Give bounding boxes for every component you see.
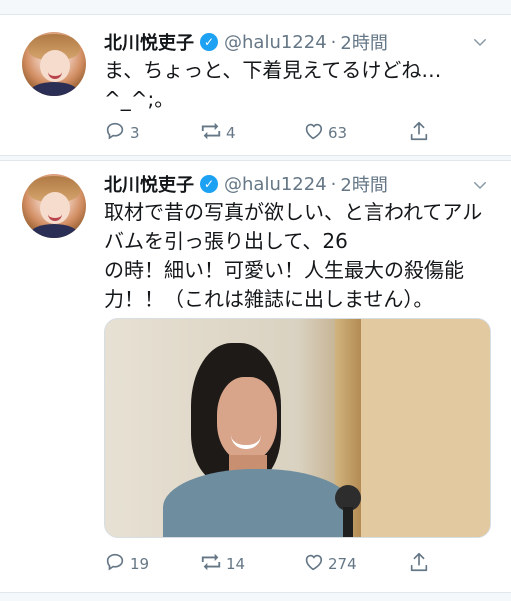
- verified-badge-icon: ✓: [200, 175, 218, 193]
- tweet-photo[interactable]: [104, 318, 491, 538]
- like-icon: [302, 120, 328, 146]
- tweet-text: 取材で昔の写真が欲しい、と言われてアルバムを引っ張り出して、26 の時！細い！可…: [104, 200, 483, 311]
- share-icon: [408, 551, 434, 577]
- share-icon: [408, 120, 434, 146]
- retweet-button[interactable]: 14: [200, 552, 245, 576]
- like-button[interactable]: 274: [302, 552, 357, 576]
- avatar-shirt: [30, 82, 78, 96]
- tweet-time[interactable]: 2時間: [340, 171, 387, 197]
- like-count: 274: [328, 555, 357, 573]
- like-count: 63: [328, 124, 348, 142]
- retweet-count: 4: [226, 124, 236, 142]
- chevron-down-icon[interactable]: [471, 176, 489, 194]
- reply-count: 19: [130, 555, 150, 573]
- tweet-header: 北川悦吏子 ✓ @halu1224 · 2時間: [104, 170, 388, 198]
- chevron-down-icon[interactable]: [471, 33, 489, 51]
- retweet-icon: [200, 120, 226, 146]
- tweet-text: ま、ちょっと、下着見えてるけどね… ^_^;。: [104, 58, 442, 111]
- tweet-actions: 19 14 274: [104, 552, 444, 576]
- avatar-shirt: [30, 224, 78, 238]
- avatar[interactable]: [22, 174, 86, 238]
- retweet-icon: [200, 551, 226, 577]
- tweet-time[interactable]: 2時間: [340, 29, 387, 55]
- reply-button[interactable]: 3: [104, 121, 140, 145]
- reply-count: 3: [130, 124, 140, 142]
- verified-badge-icon: ✓: [200, 33, 218, 51]
- reply-icon: [104, 551, 130, 577]
- share-button[interactable]: [408, 121, 434, 145]
- tweet-2[interactable]: 北川悦吏子 ✓ @halu1224 · 2時間 取材で昔の写真が欲しい、と言われ…: [0, 160, 511, 600]
- photo-microphone-handle: [343, 507, 353, 537]
- separator-dot: ·: [330, 173, 337, 195]
- tweet-actions: 3 4 63: [104, 121, 444, 145]
- like-button[interactable]: 63: [302, 121, 347, 145]
- user-name[interactable]: 北川悦吏子: [104, 29, 194, 55]
- share-button[interactable]: [408, 552, 434, 576]
- user-handle[interactable]: @halu1224: [224, 32, 327, 53]
- reply-button[interactable]: 19: [104, 552, 149, 576]
- user-handle[interactable]: @halu1224: [224, 174, 327, 195]
- reply-icon: [104, 120, 130, 146]
- retweet-button[interactable]: 4: [200, 121, 236, 145]
- photo-shirt: [163, 469, 353, 537]
- avatar[interactable]: [22, 32, 86, 96]
- user-name[interactable]: 北川悦吏子: [104, 171, 194, 197]
- tweet-1[interactable]: 北川悦吏子 ✓ @halu1224 · 2時間 ま、ちょっと、下着見えてるけどね…: [0, 0, 511, 156]
- separator-dot: ·: [330, 31, 337, 53]
- tweet-header: 北川悦吏子 ✓ @halu1224 · 2時間: [104, 28, 388, 56]
- like-icon: [302, 551, 328, 577]
- photo-wall: [361, 319, 490, 537]
- retweet-count: 14: [226, 555, 246, 573]
